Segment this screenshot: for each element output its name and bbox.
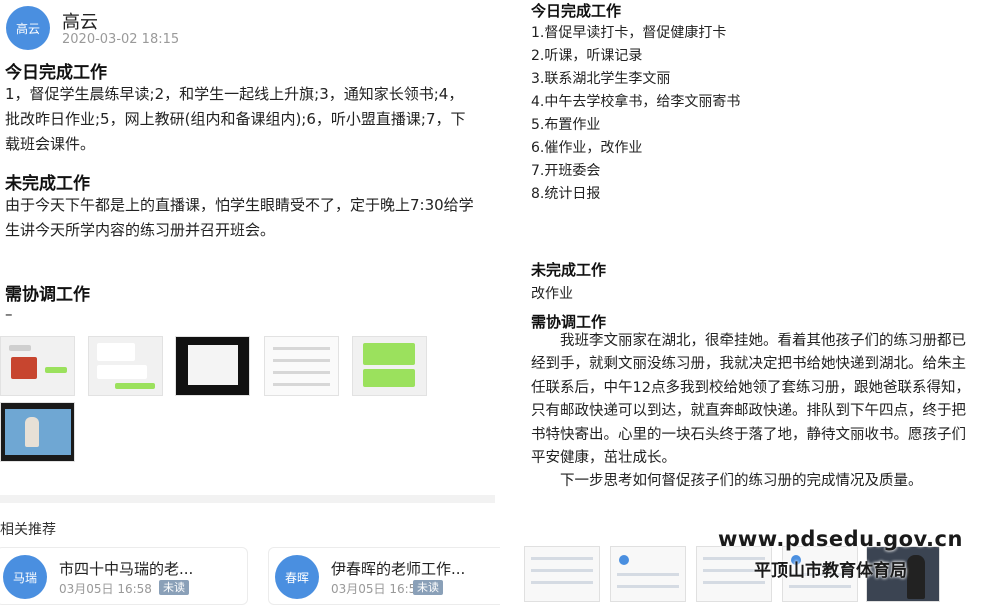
recommend-card[interactable]: 马瑞 市四十中马瑞的老... 03月05日 16:58 未读 <box>0 547 248 605</box>
unread-badge: 未读 <box>413 580 443 595</box>
left-screenshot-panel: 高云 高云 2020-03-02 18:15 今日完成工作 1，督促学生晨练早读… <box>0 0 500 608</box>
image-thumbnail[interactable] <box>0 336 75 396</box>
card-title: 伊春晖的老师工作... <box>331 560 466 578</box>
image-thumbnail[interactable] <box>0 402 75 462</box>
image-thumbnail[interactable] <box>352 336 427 396</box>
coord-text: – <box>5 305 13 323</box>
card-time: 03月05日 16:58 <box>331 582 424 596</box>
watermark-url: www.pdsedu.gov.cn <box>718 527 963 551</box>
list-item: 3.联系湖北学生李文丽 <box>531 71 671 87</box>
recommend-title: 相关推荐 <box>0 522 56 538</box>
undone-heading: 未完成工作 <box>5 174 90 194</box>
coord-paragraph: 下一步思考如何督促孩子们的练习册的完成情况及质量。 <box>560 473 923 490</box>
card-avatar: 春晖 <box>275 555 319 599</box>
list-item: 1.督促早读打卡，督促健康打卡 <box>531 25 727 41</box>
list-item: 4.中午去学校拿书，给李文丽寄书 <box>531 94 741 110</box>
card-time: 03月05日 16:58 <box>59 582 152 596</box>
coord-paragraph: 我班李文丽家在湖北，很牵挂她。看着其他孩子们的练习册都已经到手，就剩文丽没练习册… <box>531 333 970 467</box>
card-title: 市四十中马瑞的老... <box>59 560 194 578</box>
recommend-card[interactable]: 春晖 伊春晖的老师工作... 03月05日 16:58 未读 <box>268 547 500 605</box>
unread-badge: 未读 <box>159 580 189 595</box>
author-avatar[interactable]: 高云 <box>6 6 50 50</box>
list-item: 7.开班委会 <box>531 163 601 179</box>
done-heading: 今日完成工作 <box>531 2 622 20</box>
card-avatar: 马瑞 <box>3 555 47 599</box>
post-timestamp: 2020-03-02 18:15 <box>62 32 180 47</box>
coord-heading: 需协调工作 <box>531 313 607 331</box>
done-list: 1.督促早读打卡，督促健康打卡 2.听课，听课记录 3.联系湖北学生李文丽 4.… <box>531 22 740 206</box>
watermark-name: 平顶山市教育体育局 <box>754 561 907 581</box>
done-heading: 今日完成工作 <box>5 63 107 83</box>
coord-story: 我班李文丽家在湖北，很牵挂她。看着其他孩子们的练习册都已经到手，就剩文丽没练习册… <box>531 330 976 494</box>
image-thumbnail[interactable] <box>175 336 250 396</box>
list-item: 5.布置作业 <box>531 117 601 133</box>
list-item: 8.统计日报 <box>531 186 601 202</box>
right-screenshot-panel: 今日完成工作 1.督促早读打卡，督促健康打卡 2.听课，听课记录 3.联系湖北学… <box>500 0 1000 608</box>
list-item: 6.催作业，改作业 <box>531 140 643 156</box>
done-text: 1，督促学生晨练早读;2，和学生一起线上升旗;3，通知家长领书;4，批改昨日作业… <box>5 85 466 153</box>
list-item: 2.听课，听课记录 <box>531 48 643 64</box>
undone-heading: 未完成工作 <box>531 261 607 279</box>
author-name[interactable]: 高云 <box>62 8 98 34</box>
undone-text: 由于今天下午都是上的直播课，怕学生眼睛受不了，定于晚上7:30给学生讲今天所学内… <box>5 196 474 239</box>
image-thumbnail[interactable] <box>524 546 600 602</box>
undone-text: 改作业 <box>531 286 573 302</box>
section-divider <box>0 495 495 503</box>
image-thumbnail[interactable] <box>610 546 686 602</box>
image-thumbnail[interactable] <box>264 336 339 396</box>
image-thumbnail[interactable] <box>88 336 163 396</box>
